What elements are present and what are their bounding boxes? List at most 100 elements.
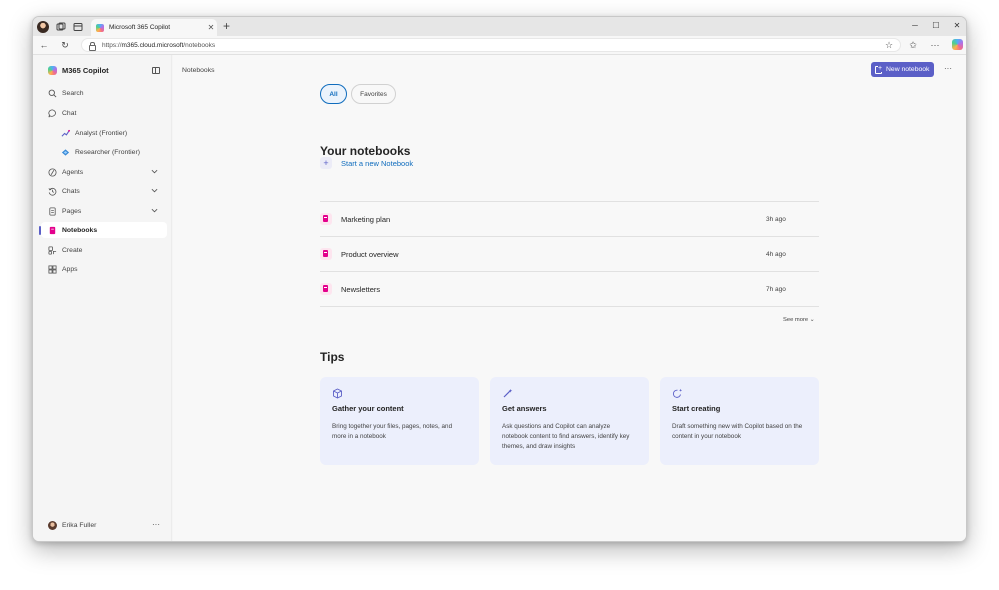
pen-sparkle-icon <box>502 388 513 399</box>
refresh-icon[interactable]: ↻ <box>59 39 71 51</box>
close-tab-icon[interactable]: ✕ <box>205 23 217 32</box>
refresh-sparkle-icon <box>672 388 683 399</box>
more-options-icon[interactable]: ··· <box>944 64 952 73</box>
sidebar-item-agents[interactable]: Agents <box>41 164 167 180</box>
tab-actions-icon[interactable] <box>73 22 83 32</box>
new-notebook-button[interactable]: New notebook <box>871 62 935 77</box>
browser-toolbar: ← ↻ https://m365.cloud.microsoft/noteboo… <box>33 36 966 55</box>
new-tab-icon[interactable]: + <box>223 20 230 32</box>
app-name: M365 Copilot <box>62 66 109 75</box>
chevron-down-icon: ⌄ <box>809 317 815 323</box>
chevron-down-icon[interactable] <box>151 168 158 175</box>
notebook-row[interactable]: Newsletters 7h ago <box>320 272 819 306</box>
sidebar-item-notebooks[interactable]: Notebooks <box>41 222 167 238</box>
analyst-icon <box>61 129 70 138</box>
new-notebook-label: New notebook <box>886 66 930 73</box>
favorites-icon[interactable]: ✩ <box>907 39 919 51</box>
chevron-down-icon[interactable] <box>151 207 158 214</box>
sidebar-item-search[interactable]: Search <box>41 85 167 101</box>
copilot-favicon-icon <box>96 23 104 32</box>
profile-avatar[interactable] <box>37 21 49 33</box>
notebook-row[interactable]: Product overview 4h ago <box>320 237 819 271</box>
start-new-notebook-link[interactable]: + Start a new Notebook <box>320 157 413 169</box>
tips-heading: Tips <box>320 350 345 364</box>
see-more-button[interactable]: See more ⌄ <box>783 317 815 323</box>
chevron-down-icon[interactable] <box>151 187 158 194</box>
user-profile[interactable]: Erika Fuller <box>48 521 96 530</box>
filter-favorites[interactable]: Favorites <box>351 84 396 104</box>
url-text: https://m365.cloud.microsoft/notebooks <box>102 41 216 49</box>
apps-icon <box>48 264 57 274</box>
notebook-timestamp: 3h ago <box>766 215 786 223</box>
cube-icon <box>332 388 343 399</box>
notebook-icon <box>320 248 332 260</box>
sidebar-item-chats[interactable]: Chats <box>41 183 167 199</box>
tip-title: Start creating <box>672 404 721 413</box>
main-content: Notebooks New notebook ··· All Favorites… <box>173 55 966 541</box>
tip-card-answers[interactable]: Get answers Ask questions and Copilot ca… <box>490 377 649 465</box>
sidebar-item-analyst[interactable]: Analyst (Frontier) <box>41 125 167 141</box>
tab-strip: Microsoft 365 Copilot ✕ + ─ ☐ ✕ <box>33 17 966 36</box>
history-icon <box>48 187 57 196</box>
tip-title: Gather your content <box>332 404 404 413</box>
search-icon <box>48 89 57 98</box>
tip-description: Draft something new with Copilot based o… <box>672 423 803 440</box>
sidebar-item-researcher[interactable]: Researcher (Frontier) <box>41 144 167 160</box>
sidebar-item-label: Search <box>62 89 84 97</box>
tip-card-gather[interactable]: Gather your content Bring together your … <box>320 377 479 465</box>
back-icon[interactable]: ← <box>38 39 50 51</box>
notebook-title: Marketing plan <box>341 214 391 224</box>
researcher-icon <box>61 148 70 157</box>
plus-icon: + <box>320 157 332 169</box>
copilot-browser-icon[interactable] <box>952 39 963 50</box>
sidebar: M365 Copilot Search Chat Analyst (Fronti… <box>33 55 172 541</box>
notebook-icon <box>320 213 332 225</box>
agents-icon <box>48 167 57 177</box>
sidebar-item-label: Create <box>62 246 83 254</box>
filter-all[interactable]: All <box>320 84 347 104</box>
sidebar-toggle-icon[interactable] <box>152 67 160 74</box>
sidebar-item-label: Notebooks <box>62 226 98 234</box>
sidebar-item-label: Agents <box>62 168 84 176</box>
sidebar-item-create[interactable]: Create <box>41 242 167 258</box>
tip-card-creating[interactable]: Start creating Draft something new with … <box>660 377 819 465</box>
start-new-label: Start a new Notebook <box>341 158 414 168</box>
create-icon <box>48 245 57 255</box>
browser-window: Microsoft 365 Copilot ✕ + ─ ☐ ✕ ← ↻ http… <box>32 16 967 542</box>
tip-title: Get answers <box>502 404 547 413</box>
notebook-title: Product overview <box>341 249 399 259</box>
workspaces-icon[interactable] <box>56 22 66 32</box>
sidebar-item-label: Analyst (Frontier) <box>75 129 128 137</box>
chat-icon <box>48 108 57 118</box>
sidebar-item-chat[interactable]: Chat <box>41 105 167 121</box>
app-brand[interactable]: M365 Copilot <box>48 66 109 75</box>
sidebar-item-label: Apps <box>62 265 78 273</box>
notebook-icon <box>48 226 57 235</box>
notebooks-heading: Your notebooks <box>320 144 411 158</box>
more-options-icon[interactable]: ··· <box>929 39 941 51</box>
pages-icon <box>48 206 57 216</box>
sidebar-item-label: Pages <box>62 207 82 215</box>
copilot-logo-icon <box>48 66 57 75</box>
notebook-timestamp: 7h ago <box>766 285 786 293</box>
address-bar[interactable]: https://m365.cloud.microsoft/notebooks <box>81 38 901 52</box>
user-name: Erika Fuller <box>62 522 97 529</box>
breadcrumb: Notebooks <box>182 67 215 74</box>
tip-description: Bring together your files, pages, notes,… <box>332 423 453 440</box>
user-more-icon[interactable]: ··· <box>152 520 160 529</box>
sidebar-item-pages[interactable]: Pages <box>41 203 167 219</box>
sidebar-item-apps[interactable]: Apps <box>41 261 167 277</box>
lock-icon <box>88 41 96 51</box>
browser-tab-active[interactable]: Microsoft 365 Copilot ✕ <box>91 19 217 36</box>
notebook-title: Newsletters <box>341 284 381 294</box>
maximize-icon[interactable]: ☐ <box>930 21 942 30</box>
new-notebook-icon <box>875 64 883 74</box>
favorite-star-icon[interactable]: ☆ <box>883 39 895 51</box>
tip-description: Ask questions and Copilot can analyze no… <box>502 423 630 450</box>
sidebar-item-label: Researcher (Frontier) <box>75 148 140 156</box>
minimize-icon[interactable]: ─ <box>909 21 921 30</box>
close-window-icon[interactable]: ✕ <box>951 21 963 30</box>
sidebar-item-label: Chat <box>62 109 77 117</box>
see-more-label: See more <box>783 317 809 323</box>
notebook-row[interactable]: Marketing plan 3h ago <box>320 202 819 236</box>
